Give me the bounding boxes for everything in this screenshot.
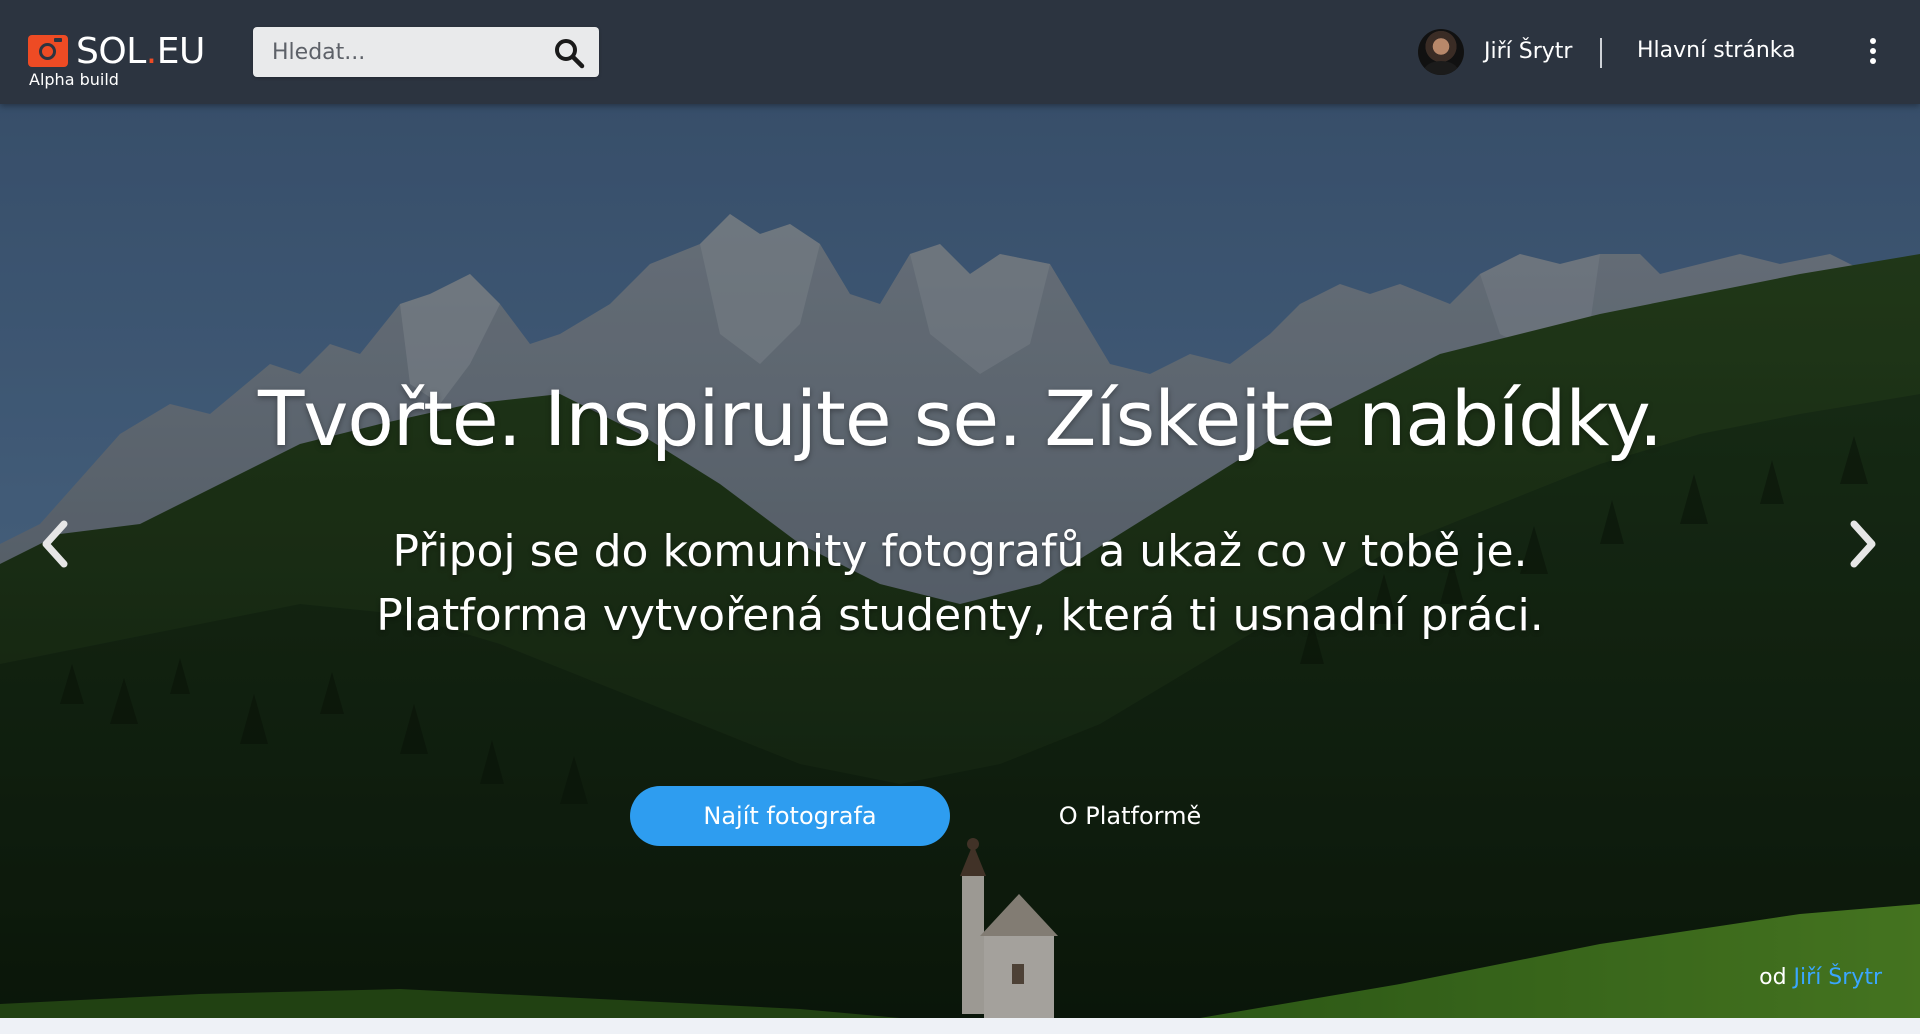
logo-text-right: EU <box>156 31 206 72</box>
avatar <box>1418 29 1464 75</box>
find-photographer-button[interactable]: Najít fotografa <box>630 786 950 846</box>
user-name: Jiří Šrytr <box>1484 39 1573 64</box>
search-input[interactable] <box>253 27 543 77</box>
hero-carousel: Tvořte. Inspirujte se. Získejte nabídky.… <box>0 104 1920 1018</box>
logo-text-left: SOL <box>76 31 146 72</box>
credit-prefix: od <box>1759 965 1787 990</box>
credit-author-link[interactable]: Jiří Šrytr <box>1794 965 1882 990</box>
nav-divider <box>1600 38 1602 68</box>
search-box <box>253 27 599 77</box>
hero-subline-1: Připoj se do komunity fotografů a ukaž c… <box>392 526 1528 577</box>
site-logo[interactable]: SOL.EU Alpha build <box>28 30 218 92</box>
photo-credit: od Jiří Šrytr <box>1759 964 1882 992</box>
about-platform-button[interactable]: O Platformě <box>1040 786 1220 846</box>
home-link[interactable]: Hlavní stránka <box>1637 37 1796 65</box>
logo-subtitle: Alpha build <box>29 70 119 89</box>
logo-text-dot: . <box>145 31 157 72</box>
camera-icon <box>28 35 68 67</box>
logo-wordmark: SOL.EU <box>76 30 205 74</box>
hero-headline: Tvořte. Inspirujte se. Získejte nabídky. <box>257 374 1663 463</box>
page-bottom-strip <box>0 1018 1920 1034</box>
hero-subline-2: Platforma vytvořená studenty, která ti u… <box>376 590 1544 641</box>
more-vertical-icon[interactable] <box>1867 38 1879 66</box>
search-icon[interactable] <box>553 37 585 69</box>
top-navigation-bar: SOL.EU Alpha build Jiří Šrytr Hlavní str… <box>0 0 1920 104</box>
